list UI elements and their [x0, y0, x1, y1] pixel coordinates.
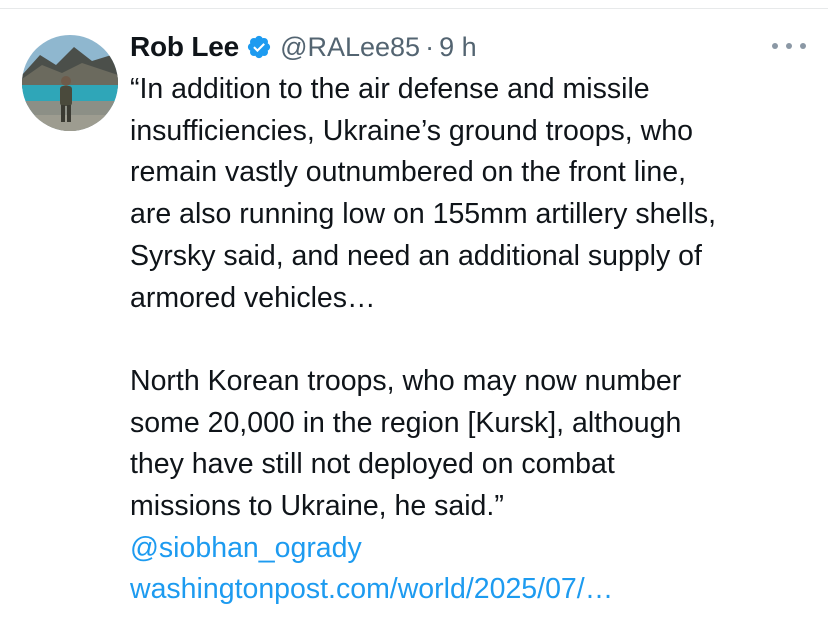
verified-badge-icon — [246, 34, 272, 60]
more-options-icon[interactable] — [772, 37, 806, 55]
tweet-header: Rob Lee @RALee85 · 9 h — [130, 27, 477, 67]
mention-link[interactable]: @siobhan_ogrady — [130, 528, 820, 570]
tweet[interactable]: Rob Lee @RALee85 · 9 h “In addition to t… — [0, 9, 828, 619]
more-dot — [786, 43, 792, 49]
tweet-text-line: armored vehicles… — [130, 281, 376, 314]
avatar-photo — [22, 35, 118, 131]
tweet-text-line: insufficiencies, Ukraine’s ground troops… — [130, 114, 693, 147]
article-link[interactable]: washingtonpost.com/world/2025/07/… — [130, 569, 820, 611]
tweet-text: “In addition to the air defense and miss… — [130, 69, 820, 611]
timestamp[interactable]: 9 h — [439, 32, 477, 63]
tweet-text-line: North Korean troops, who may now number — [130, 364, 682, 397]
avatar[interactable] — [22, 35, 118, 131]
tweet-text-line: are also running low on 155mm artillery … — [130, 198, 717, 231]
tweet-text-line: “In addition to the air defense and miss… — [130, 73, 650, 105]
tweet-text-line: remain vastly outnumbered on the front l… — [130, 156, 687, 189]
author-name[interactable]: Rob Lee — [130, 31, 239, 63]
tweet-text-line: Syrsky said, and need an additional supp… — [130, 239, 702, 272]
author-handle[interactable]: @RALee85 — [280, 32, 420, 63]
tweet-text-line: some 20,000 in the region [Kursk], altho… — [130, 406, 682, 439]
header-separator: · — [425, 31, 435, 62]
tweet-text-line: missions to Ukraine, he said.” — [130, 490, 504, 523]
tweet-text-line: they have still not deployed on combat — [130, 448, 615, 481]
more-dot — [772, 43, 778, 49]
more-dot — [800, 43, 806, 49]
paragraph-break — [130, 319, 820, 361]
